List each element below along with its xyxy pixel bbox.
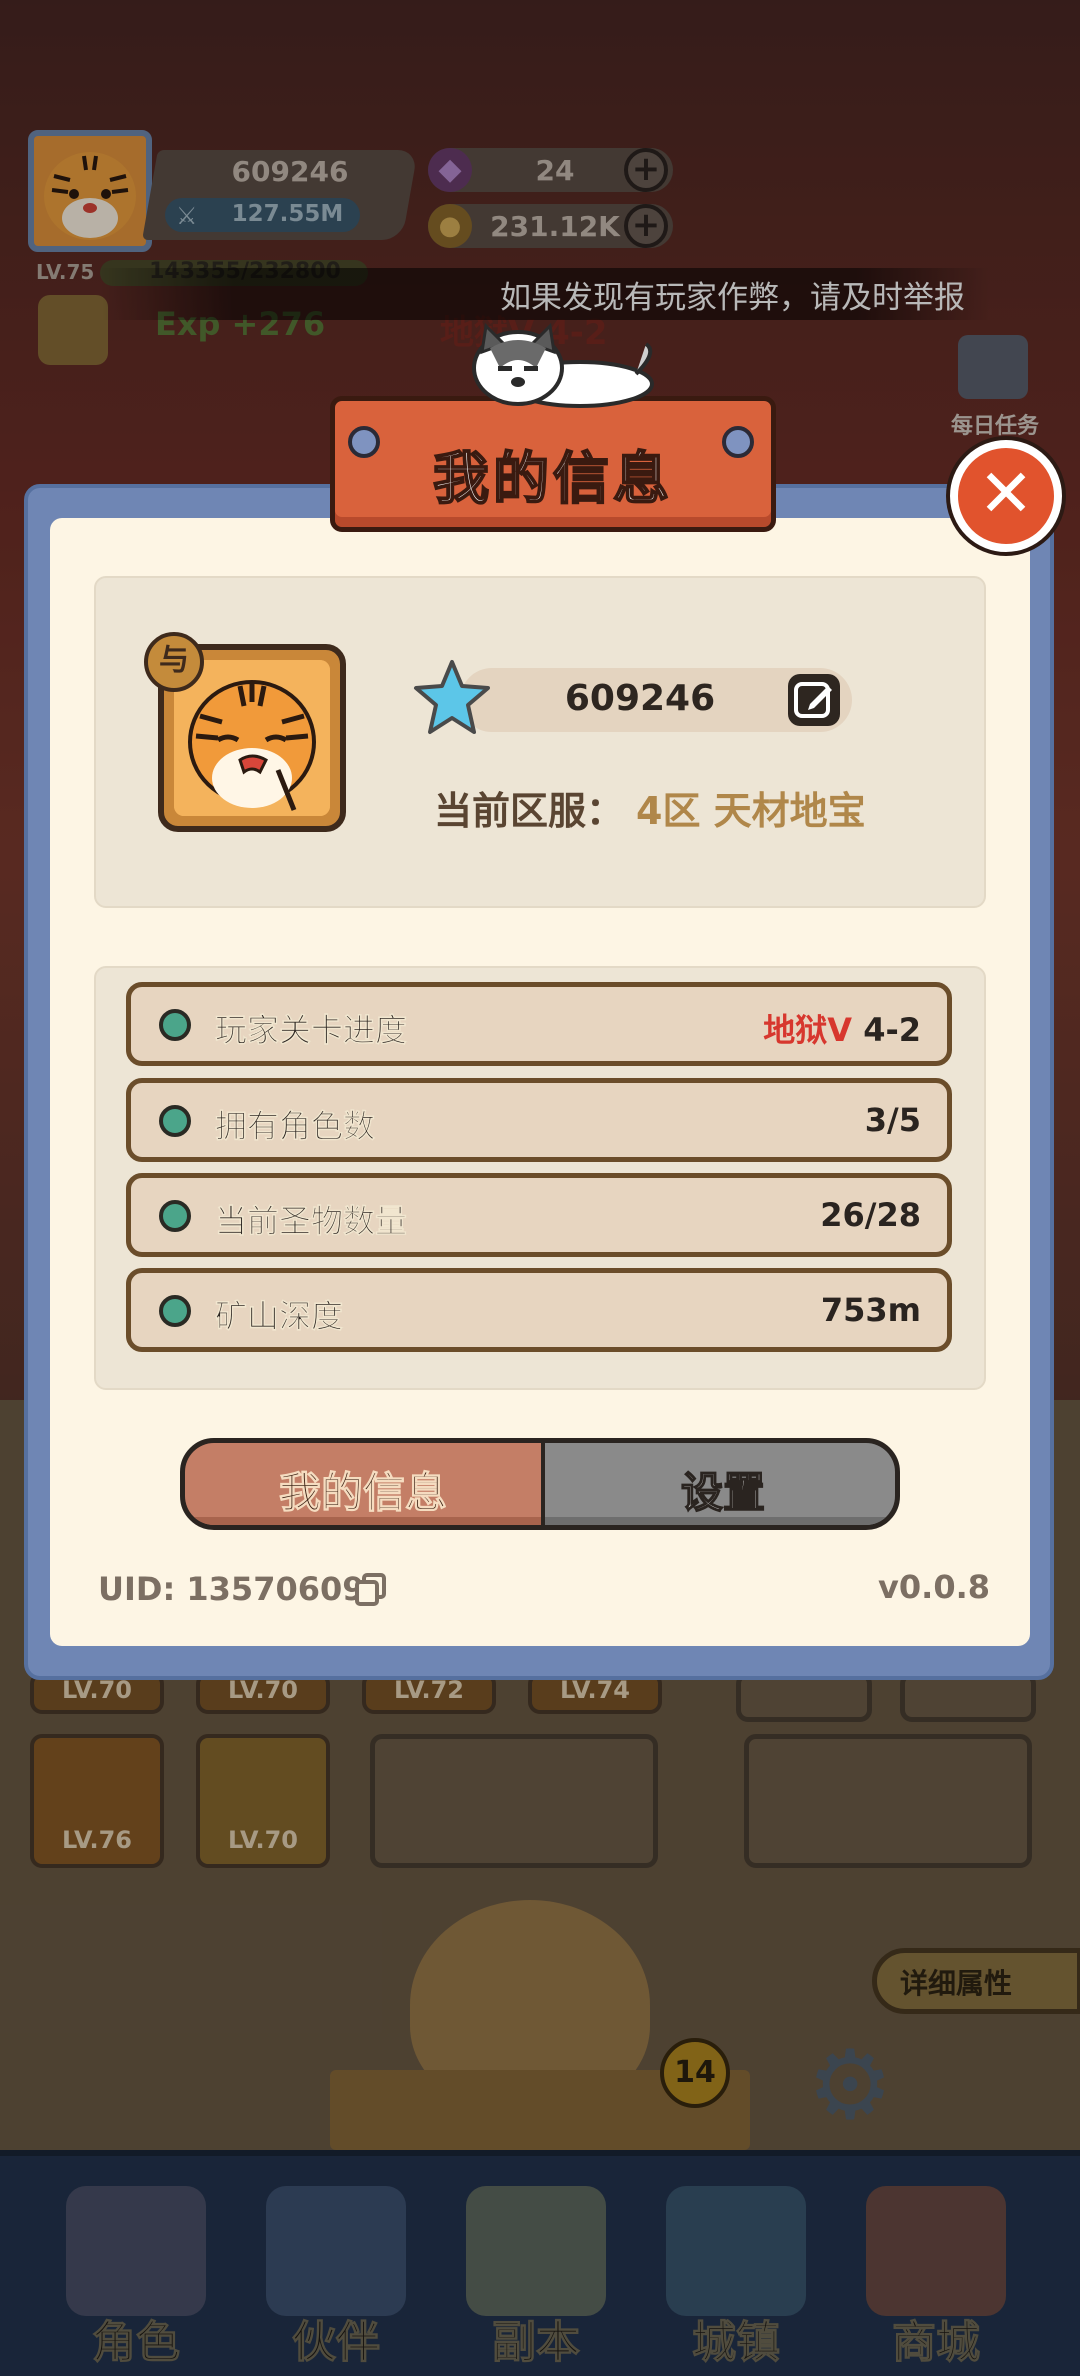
copy-icon [355,1573,386,1606]
stat-value: 3/5 [864,1101,921,1139]
server-value: 4区 天材地宝 [636,789,866,833]
uid-label: UID: 13570609 [98,1570,365,1608]
version-label: v0.0.8 [878,1568,990,1606]
stat-dot-icon [159,1009,191,1041]
stat-value-prefix: 地狱V [763,1011,853,1049]
modal-tabs: 我的信息 设置 [180,1438,900,1530]
player-name: 609246 [564,678,716,719]
stat-value-number: 4-2 [863,1011,921,1049]
modal-title-banner: 我的信息 [330,396,776,536]
modal-title: 我的信息 [432,446,673,513]
stat-value: 地狱V 4-2 [763,1005,921,1051]
stat-row-character-count: 拥有角色数 3/5 [126,1078,952,1162]
stat-value: 26/28 [820,1196,921,1234]
stat-dot-icon [159,1105,191,1137]
stat-row-relic-count: 当前圣物数量 26/28 [126,1173,952,1257]
tiger-avatar-icon [174,660,330,816]
stat-row-stage-progress: 玩家关卡进度 地狱V 4-2 [126,982,952,1066]
stat-dot-icon [159,1295,191,1327]
stat-label: 玩家关卡进度 [215,1011,408,1050]
stat-label: 拥有角色数 [215,1107,376,1146]
avatar-image [174,660,330,816]
server-label: 当前区服： [434,789,625,833]
edit-name-button[interactable] [788,674,840,726]
stat-row-mine-depth: 矿山深度 753m [126,1268,952,1352]
tab-settings[interactable]: 设置 [545,1443,895,1525]
husky-mascot-icon [472,322,654,408]
tab-my-info[interactable]: 我的信息 [185,1443,541,1525]
close-button[interactable]: ✕ [950,440,1062,552]
stat-label: 当前圣物数量 [215,1202,408,1241]
stat-dot-icon [159,1200,191,1232]
tab-label: 我的信息 [278,1468,447,1518]
tab-label: 设置 [680,1467,766,1518]
swap-avatar-button[interactable]: 与 [144,632,204,692]
edit-icon [794,682,832,718]
stat-value: 753m [820,1291,921,1329]
copy-uid-button[interactable] [354,1572,388,1606]
star-icon [414,660,490,734]
stat-label: 矿山深度 [215,1297,344,1336]
